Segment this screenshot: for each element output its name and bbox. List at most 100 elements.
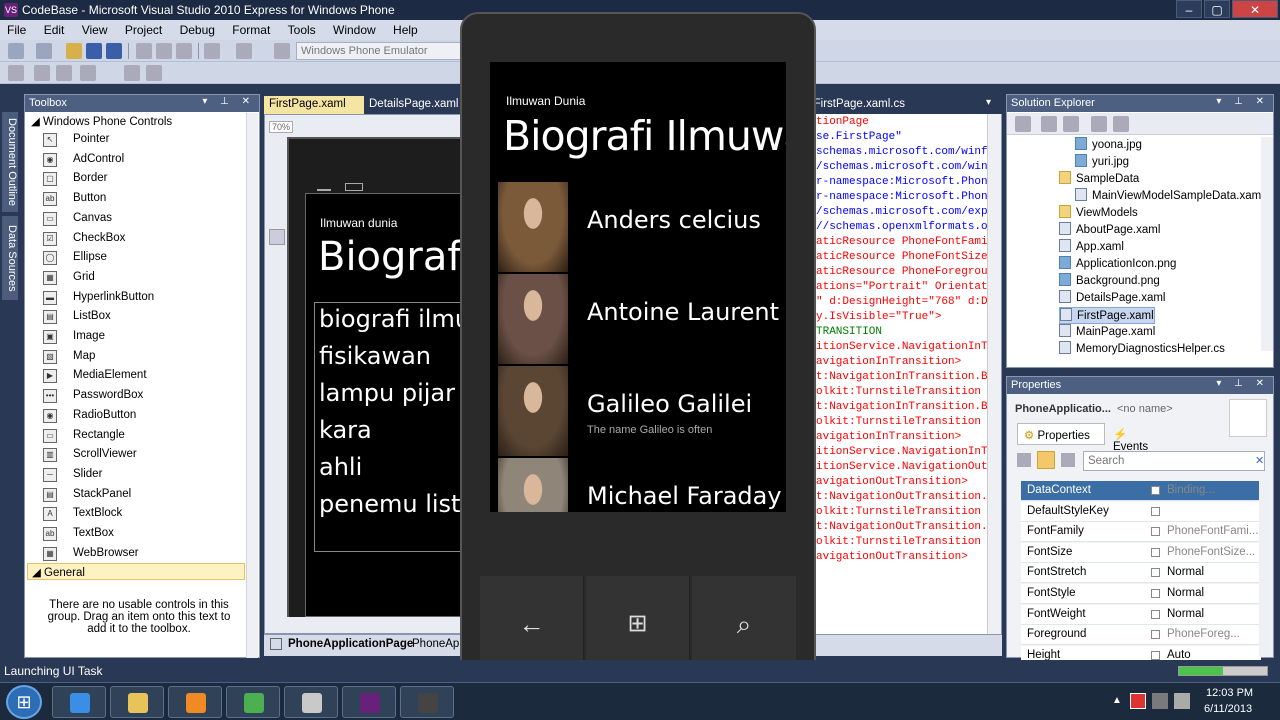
action-center-icon[interactable] — [1130, 693, 1146, 709]
scientist-list-item[interactable]: Antoine Laurent — [490, 274, 786, 366]
editor-scrollbar[interactable] — [987, 114, 1001, 634]
properties-search-input[interactable] — [1083, 451, 1265, 471]
menu-view[interactable]: View — [75, 20, 115, 40]
file-explorer-icon[interactable] — [110, 686, 164, 718]
tab-firstpage-xaml[interactable]: FirstPage.xaml — [264, 96, 364, 114]
properties-icon[interactable] — [1015, 116, 1031, 132]
clear-search-icon[interactable]: ✕ — [1255, 454, 1264, 467]
properties-scrollbar[interactable] — [1259, 481, 1271, 657]
property-marker-icon[interactable] — [1151, 506, 1160, 516]
solution-file[interactable]: App.xaml — [1059, 239, 1124, 256]
save-all-icon[interactable] — [106, 43, 122, 59]
property-value[interactable]: Normal — [1167, 608, 1259, 620]
search-icon[interactable]: ⌕ — [692, 576, 796, 672]
visual-studio-icon[interactable] — [342, 686, 396, 718]
property-marker-icon[interactable] — [1151, 568, 1160, 578]
property-marker-icon[interactable] — [1151, 609, 1160, 619]
volume-icon[interactable] — [1174, 693, 1190, 709]
categorized-icon[interactable] — [1017, 453, 1031, 467]
scientist-list-item[interactable]: Anders celcius — [490, 182, 786, 274]
comment-icon[interactable] — [146, 65, 162, 81]
solution-file[interactable]: ApplicationIcon.png — [1059, 256, 1176, 273]
clock-time[interactable]: 12:03 PM — [1206, 687, 1253, 699]
dropdown-icon[interactable]: ▾ — [986, 97, 991, 108]
property-value[interactable]: Normal — [1167, 566, 1259, 578]
toolbox-group-general[interactable]: ◢ General — [27, 563, 245, 580]
align-icon[interactable] — [56, 65, 72, 81]
menu-file[interactable]: File — [0, 20, 33, 40]
breadcrumb-root[interactable]: PhoneApplicationPage — [288, 638, 413, 650]
property-value[interactable]: PhoneFontFami... — [1167, 525, 1259, 537]
filter-icon[interactable] — [1061, 453, 1075, 467]
clock-date[interactable]: 6/11/2013 — [1204, 703, 1252, 715]
maximize-button[interactable]: ▢ — [1204, 0, 1230, 18]
property-marker-icon[interactable] — [1151, 527, 1160, 537]
tab-detailspage-xaml[interactable]: DetailsPage.xaml — [364, 96, 460, 114]
start-debugging-icon[interactable] — [274, 43, 290, 59]
solution-file[interactable]: DetailsPage.xaml — [1059, 290, 1165, 307]
align-icon[interactable] — [80, 65, 96, 81]
solution-file[interactable]: FirstPage.xaml — [1059, 307, 1155, 324]
property-value[interactable]: PhoneForeg... — [1167, 628, 1259, 640]
minimize-button[interactable]: – — [1176, 0, 1202, 18]
property-row[interactable]: FontWeight Normal — [1021, 604, 1261, 625]
scientist-list-item[interactable]: Galileo Galilei The name Galileo is often — [490, 366, 786, 458]
property-marker-icon[interactable] — [1151, 547, 1160, 557]
solution-file[interactable]: yuri.jpg — [1075, 154, 1129, 171]
target-device-dropdown[interactable]: Windows Phone Emulator — [296, 42, 461, 60]
property-row[interactable]: Foreground PhoneForeg... — [1021, 625, 1261, 646]
property-row[interactable]: FontStyle Normal — [1021, 584, 1261, 604]
property-row[interactable]: FontSize PhoneFontSize... — [1021, 542, 1261, 563]
pane-controls-icon[interactable]: ▾ ⊥ ✕ — [202, 96, 255, 107]
phone-emulator-icon[interactable] — [400, 686, 454, 718]
property-row[interactable]: DataContext Binding... — [1021, 481, 1261, 501]
breadcrumb-next[interactable]: PhoneApp — [412, 638, 466, 650]
windows-start-icon[interactable]: ⊞ — [586, 576, 690, 672]
solution-file[interactable]: AboutPage.xaml — [1059, 222, 1160, 239]
property-value[interactable]: PhoneFontSize... — [1167, 546, 1259, 558]
tray-arrow-icon[interactable]: ▲ — [1112, 695, 1122, 706]
close-button[interactable]: ✕ — [1232, 0, 1278, 18]
start-button-icon[interactable]: ⊞ — [6, 685, 42, 719]
property-value[interactable]: Auto — [1167, 649, 1259, 661]
align-icon[interactable] — [8, 65, 24, 81]
toolbox-scrollbar[interactable] — [246, 113, 258, 658]
property-row[interactable]: FontFamily PhoneFontFami... — [1021, 522, 1261, 543]
undo-icon[interactable] — [204, 43, 220, 59]
redo-icon[interactable] — [236, 43, 252, 59]
sort-alpha-icon[interactable] — [1037, 451, 1055, 469]
tab-events[interactable]: ⚡ Events — [1107, 423, 1167, 453]
menu-format[interactable]: Format — [225, 20, 277, 40]
solution-folder[interactable]: SampleData — [1059, 171, 1139, 188]
property-value[interactable]: Binding... — [1167, 484, 1259, 496]
paste-icon[interactable] — [176, 43, 192, 59]
media-player-icon[interactable] — [168, 686, 222, 718]
tab-firstpage-cs[interactable]: FirstPage.xaml.cs — [810, 96, 910, 114]
add-item-icon[interactable] — [36, 43, 52, 59]
solution-file[interactable]: yoona.jpg — [1075, 137, 1142, 154]
menu-edit[interactable]: Edit — [37, 20, 72, 40]
show-all-files-icon[interactable] — [1041, 116, 1057, 132]
view-code-icon[interactable] — [1091, 116, 1107, 132]
network-icon[interactable] — [1152, 693, 1168, 709]
indent-icon[interactable] — [124, 65, 140, 81]
back-icon[interactable]: ← — [480, 576, 584, 672]
menu-tools[interactable]: Tools — [281, 20, 323, 40]
chrome-icon[interactable] — [226, 686, 280, 718]
tab-document-outline[interactable]: Document Outline — [2, 112, 18, 212]
solution-file[interactable]: MainViewModelSampleData.xaml — [1075, 188, 1264, 205]
align-icon[interactable] — [34, 65, 50, 81]
solution-file[interactable]: Background.png — [1059, 273, 1160, 290]
resize-icon[interactable] — [269, 229, 285, 245]
copy-icon[interactable] — [156, 43, 172, 59]
toolbox-group-controls[interactable]: ◢ Windows Phone Controls — [27, 113, 245, 130]
new-project-icon[interactable] — [8, 43, 24, 59]
menu-window[interactable]: Window — [326, 20, 383, 40]
property-marker-icon[interactable] — [1151, 589, 1160, 598]
solution-file[interactable]: MemoryDiagnosticsHelper.cs — [1059, 341, 1225, 358]
pane-controls-icon[interactable]: ▾ ⊥ ✕ — [1216, 378, 1269, 389]
open-folder-icon[interactable] — [66, 43, 82, 59]
scientist-list-item[interactable]: Michael Faraday — [490, 458, 786, 512]
refresh-icon[interactable] — [1063, 116, 1079, 132]
solution-file[interactable]: MainPage.xaml — [1059, 324, 1155, 341]
